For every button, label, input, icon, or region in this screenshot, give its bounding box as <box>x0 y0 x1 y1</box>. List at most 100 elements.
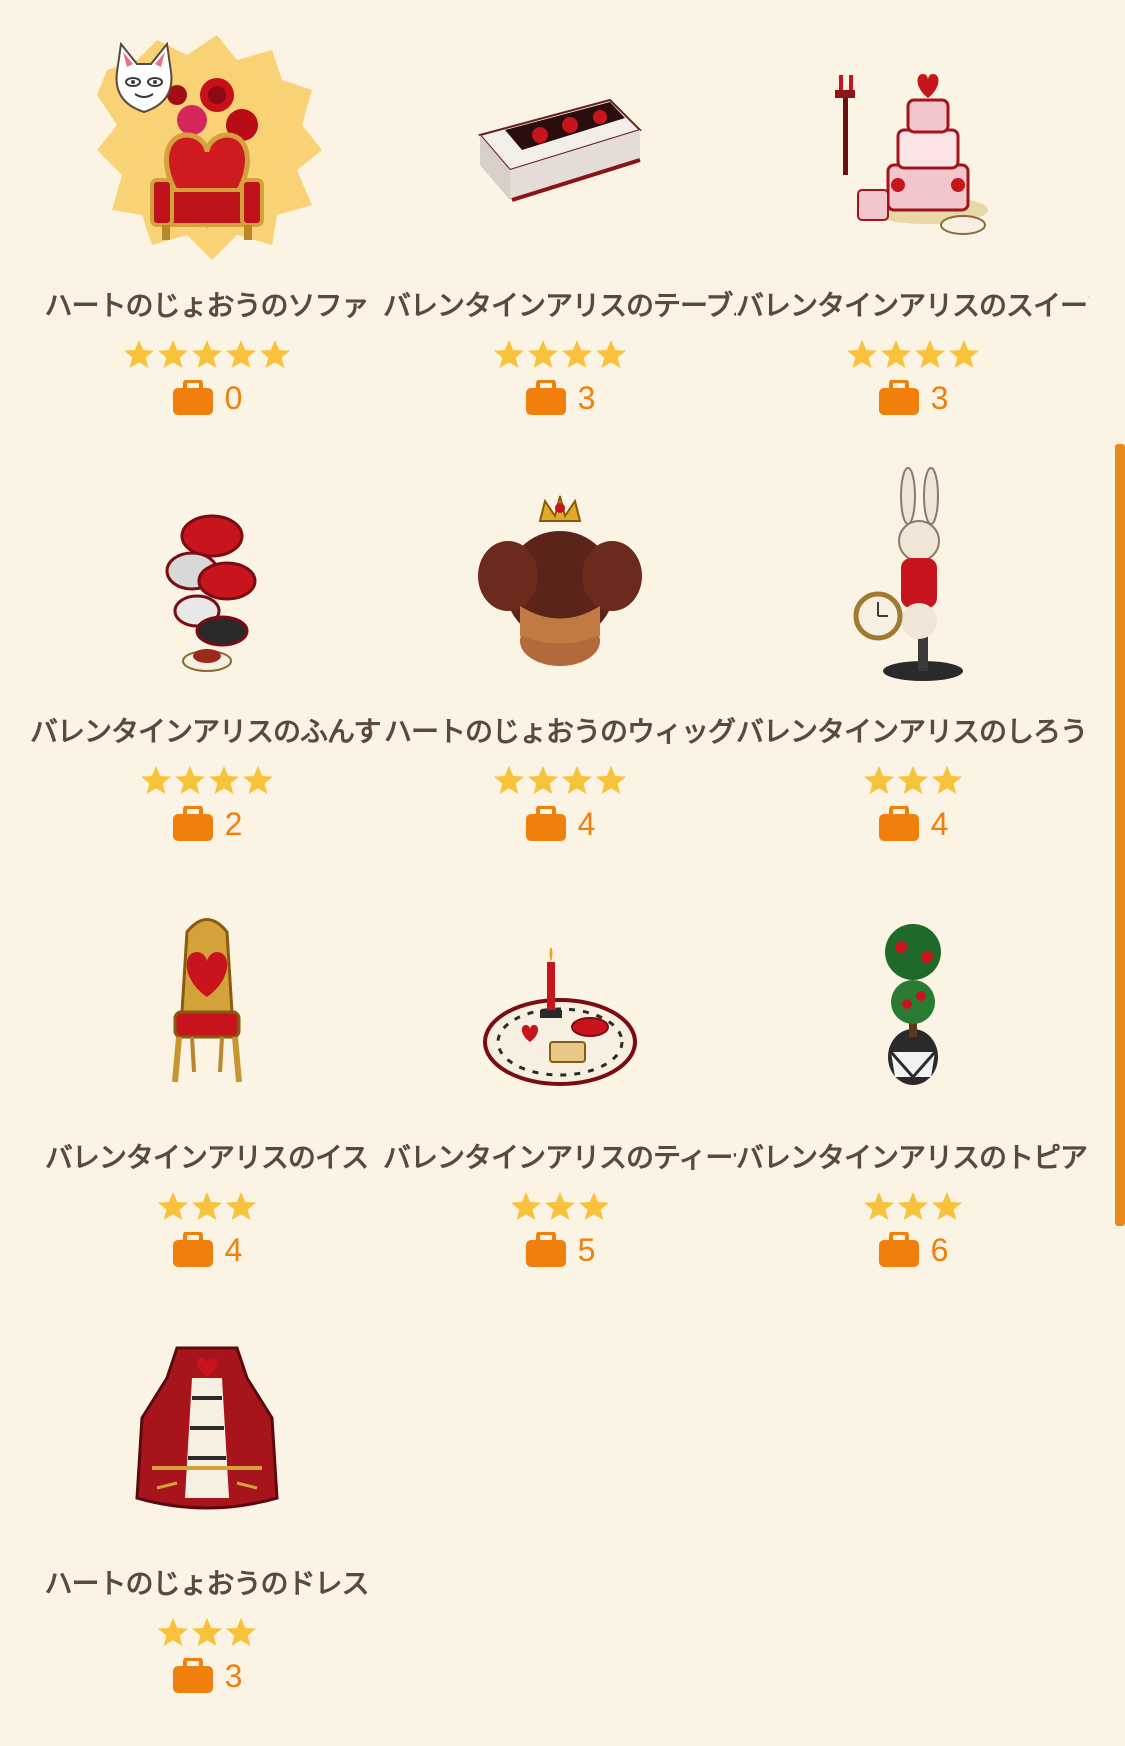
bag-icon <box>878 380 919 415</box>
owned-count: 4 <box>224 1232 243 1268</box>
rarity-stars <box>493 338 627 372</box>
item-name: バレンタインアリスのしろうさぎ <box>736 715 1089 748</box>
valentine-fountain-icon <box>97 466 317 686</box>
star-icon <box>123 340 154 368</box>
star-icon <box>863 766 894 794</box>
heart-queen-dress-icon <box>97 1318 317 1538</box>
valentine-table-icon <box>450 40 670 260</box>
star-icon <box>157 1192 188 1220</box>
rarity-stars <box>493 764 627 798</box>
item-card[interactable]: バレンタインアリスのイス 4 <box>30 892 383 1318</box>
rarity-stars <box>157 1190 257 1224</box>
star-icon <box>544 1192 575 1220</box>
bag-icon <box>525 1232 566 1267</box>
owned-count: 4 <box>930 806 949 842</box>
rarity-stars <box>863 764 963 798</box>
bag-icon <box>878 1232 919 1267</box>
owned-count-row: 5 <box>524 1230 596 1270</box>
owned-count: 3 <box>224 1658 243 1694</box>
item-card[interactable]: バレンタインアリスのスイーツ 3 <box>736 40 1089 466</box>
star-icon <box>140 766 171 794</box>
star-icon <box>208 766 239 794</box>
valentine-sweets-icon <box>803 40 1023 260</box>
rarity-stars <box>846 338 980 372</box>
bag-icon <box>172 1658 213 1693</box>
star-icon <box>157 1618 188 1646</box>
item-card[interactable]: ハートのじょおうのドレス 3 <box>30 1318 383 1744</box>
star-icon <box>225 1192 256 1220</box>
owned-count: 3 <box>577 380 596 416</box>
item-grid: ハートのじょおうのソファ 0 バレンタインアリスのテーブル 3 バレンタインアリ… <box>30 35 1090 1744</box>
owned-count: 5 <box>577 1232 596 1268</box>
cat-avatar-icon <box>115 42 172 114</box>
item-name: バレンタインアリスのティーセット <box>383 1141 736 1174</box>
star-icon <box>561 766 592 794</box>
heart-queen-wig-icon <box>450 466 670 686</box>
bag-icon <box>878 806 919 841</box>
item-card[interactable]: バレンタインアリスのふんすい 2 <box>30 466 383 892</box>
scrollbar[interactable] <box>1115 444 1125 1226</box>
valentine-topiary-icon <box>803 892 1023 1112</box>
rarity-stars <box>140 764 274 798</box>
item-name: バレンタインアリスのイス <box>44 1141 369 1174</box>
owned-count-row: 6 <box>877 1230 949 1270</box>
rarity-stars <box>123 338 291 372</box>
owned-count-row: 3 <box>524 378 596 418</box>
star-icon <box>527 340 558 368</box>
star-icon <box>527 766 558 794</box>
star-icon <box>191 340 222 368</box>
owned-count: 4 <box>577 806 596 842</box>
item-name: バレンタインアリスのトピアリー <box>736 1141 1089 1174</box>
star-icon <box>846 340 877 368</box>
item-name: バレンタインアリスのスイーツ <box>736 289 1089 322</box>
rarity-stars <box>510 1190 610 1224</box>
star-icon <box>157 340 188 368</box>
owned-count-row: 4 <box>524 804 596 844</box>
owned-count: 6 <box>930 1232 949 1268</box>
bag-icon <box>172 380 213 415</box>
owned-count: 0 <box>224 380 243 416</box>
owned-count: 2 <box>224 806 243 842</box>
item-card[interactable]: バレンタインアリスのトピアリー 6 <box>736 892 1089 1318</box>
rarity-stars <box>863 1190 963 1224</box>
star-icon <box>225 340 256 368</box>
star-icon <box>578 1192 609 1220</box>
star-icon <box>948 340 979 368</box>
valentine-chair-icon <box>97 892 317 1112</box>
star-icon <box>174 766 205 794</box>
item-card[interactable]: バレンタインアリスのしろうさぎ 4 <box>736 466 1089 892</box>
owned-count-row: 4 <box>877 804 949 844</box>
item-name: バレンタインアリスのテーブル <box>383 289 736 322</box>
rarity-stars <box>157 1616 257 1650</box>
star-icon <box>242 766 273 794</box>
owned-count-row: 2 <box>171 804 243 844</box>
item-name: ハートのじょおうのソファ <box>44 289 369 322</box>
star-icon <box>931 766 962 794</box>
star-icon <box>259 340 290 368</box>
valentine-tea-set-icon <box>450 892 670 1112</box>
star-icon <box>191 1192 222 1220</box>
item-card[interactable]: バレンタインアリスのティーセット 5 <box>383 892 736 1318</box>
star-icon <box>595 766 626 794</box>
item-list-page: ハートのじょおうのソファ 0 バレンタインアリスのテーブル 3 バレンタインアリ… <box>0 0 1125 1746</box>
item-name: ハートのじょおうのドレス <box>44 1567 369 1600</box>
owned-count-row: 3 <box>171 1656 243 1696</box>
star-icon <box>897 1192 928 1220</box>
star-icon <box>191 1618 222 1646</box>
star-icon <box>880 340 911 368</box>
item-name: バレンタインアリスのふんすい <box>30 715 383 748</box>
star-icon <box>225 1618 256 1646</box>
star-icon <box>493 340 524 368</box>
bag-icon <box>172 806 213 841</box>
item-card[interactable]: バレンタインアリスのテーブル 3 <box>383 40 736 466</box>
star-icon <box>914 340 945 368</box>
star-icon <box>897 766 928 794</box>
item-card[interactable]: ハートのじょおうのウィッグ 4 <box>383 466 736 892</box>
owned-count-row: 0 <box>171 378 243 418</box>
bag-icon <box>172 1232 213 1267</box>
item-card[interactable]: ハートのじょおうのソファ 0 <box>30 35 383 466</box>
bag-icon <box>525 380 566 415</box>
item-name: ハートのじょおうのウィッグ <box>383 715 736 748</box>
star-icon <box>595 340 626 368</box>
heart-queen-sofa-icon <box>96 35 322 260</box>
